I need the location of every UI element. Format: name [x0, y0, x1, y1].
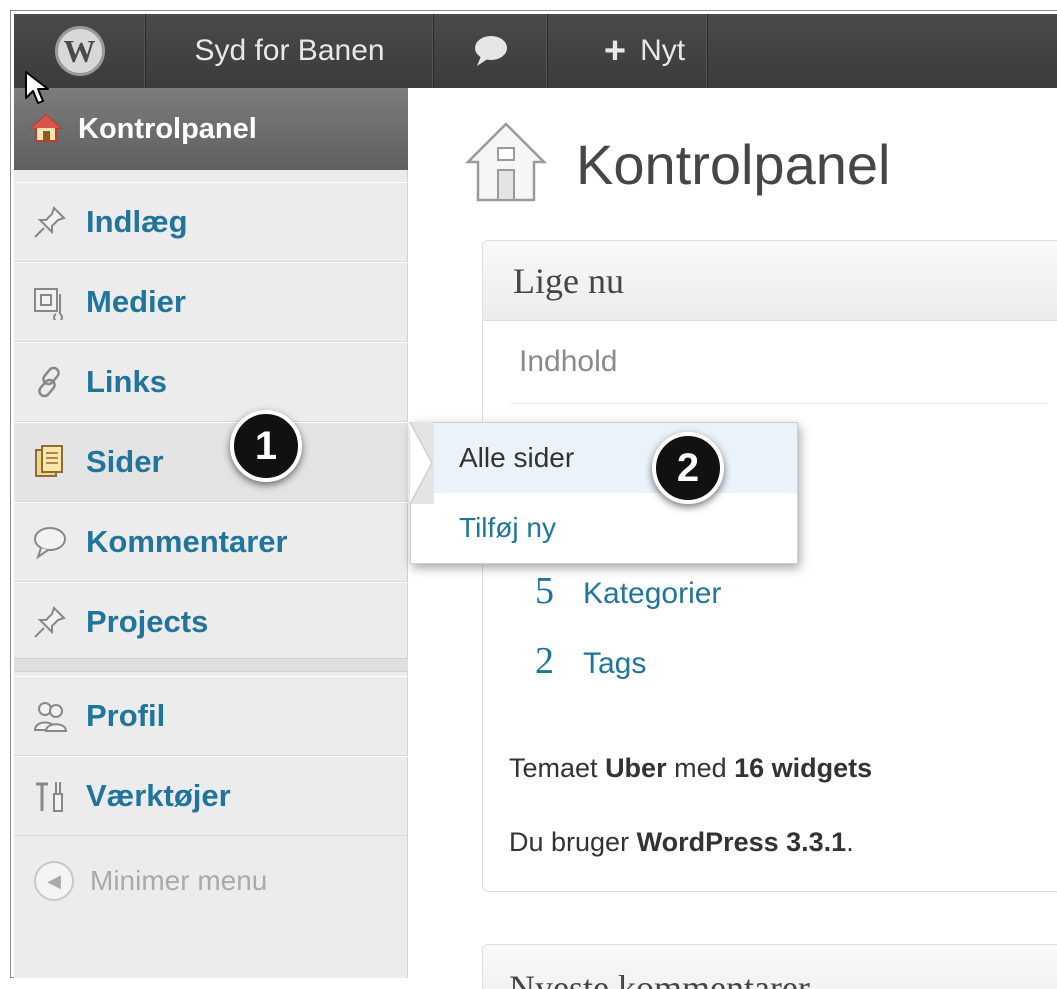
- tools-icon: [30, 776, 70, 816]
- menu-item-label: Links: [86, 364, 167, 399]
- admin-sidebar-menu: Kontrolpanel Indlæg Medier Links Sider K…: [14, 88, 432, 978]
- menu-item-media[interactable]: Medier: [14, 262, 408, 342]
- menu-item-projects[interactable]: Projects: [14, 582, 408, 662]
- theme-name: Uber: [605, 753, 667, 783]
- wordpress-logo-icon: W: [54, 26, 105, 76]
- pages-submenu: Alle sider Tilføj ny: [410, 422, 798, 564]
- page-title: Kontrolpanel: [576, 133, 891, 196]
- home-icon: [464, 122, 548, 202]
- new-content-label: Nyt: [640, 34, 686, 67]
- stat-count: 2: [535, 640, 554, 682]
- plus-icon: +: [603, 30, 627, 72]
- widgets-count: 16 widgets: [734, 753, 873, 783]
- collapse-menu-label: Minimer menu: [90, 865, 268, 896]
- users-icon: [30, 696, 70, 736]
- stat-row[interactable]: 5 Kategorier: [535, 569, 721, 613]
- theme-prefix: Temaet: [509, 753, 598, 783]
- menu-item-posts[interactable]: Indlæg: [14, 182, 408, 262]
- flyout-pointer: [408, 422, 434, 504]
- callout-badge-1: 1: [230, 410, 302, 482]
- menu-item-profile[interactable]: Profil: [14, 676, 408, 756]
- right-now-widget: Lige nu Indhold 5 Kategorier 2 Tags Tema…: [482, 240, 1057, 892]
- content-section-label: Indhold: [519, 345, 618, 378]
- theme-mid: med: [674, 753, 727, 783]
- collapse-menu-button[interactable]: ◀ Minimer menu: [14, 836, 408, 926]
- stat-row[interactable]: 2 Tags: [535, 639, 646, 683]
- menu-item-comments[interactable]: Kommentarer: [14, 502, 408, 582]
- comments-button[interactable]: [434, 14, 548, 88]
- menu-item-dashboard[interactable]: Kontrolpanel: [14, 88, 432, 170]
- version-name: WordPress 3.3.1: [636, 827, 847, 857]
- site-name-link[interactable]: Syd for Banen: [146, 14, 434, 88]
- media-icon: [30, 282, 70, 322]
- menu-item-label: Sider: [86, 444, 164, 479]
- stat-label: Kategorier: [583, 577, 722, 610]
- comment-bubble-icon: [30, 522, 70, 562]
- menu-item-label: Kommentarer: [86, 524, 288, 559]
- callout-badge-2: 2: [652, 432, 724, 504]
- menu-item-label: Indlæg: [86, 204, 188, 239]
- pages-icon: [30, 442, 70, 482]
- theme-info: Temaet Uber med 16 widgets: [509, 753, 872, 784]
- submenu-item-all-pages[interactable]: Alle sider: [411, 423, 797, 493]
- collapse-arrow-icon: ◀: [34, 861, 74, 901]
- menu-item-pages[interactable]: Sider: [14, 422, 408, 502]
- menu-item-label: Profil: [86, 698, 166, 733]
- home-icon: [29, 112, 64, 146]
- submenu-item-add-new[interactable]: Tilføj ny: [411, 495, 797, 561]
- mouse-cursor-icon: [25, 71, 49, 104]
- menu-item-links[interactable]: Links: [14, 342, 408, 422]
- stat-count: 5: [535, 570, 554, 612]
- version-info: Du bruger WordPress 3.3.1.: [509, 827, 854, 858]
- menu-item-tools[interactable]: Værktøjer: [14, 756, 408, 836]
- link-icon: [30, 362, 70, 402]
- new-content-button[interactable]: + Nyt: [548, 14, 708, 88]
- pushpin-icon: [30, 602, 70, 642]
- comment-bubble-icon: [474, 36, 507, 66]
- version-prefix: Du bruger: [509, 827, 630, 857]
- menu-item-label: Projects: [86, 604, 209, 639]
- recent-comments-widget: Nyeste kommentarer: [482, 944, 1057, 989]
- admin-bar: W Syd for Banen + Nyt: [14, 14, 1057, 88]
- version-suffix: .: [846, 827, 854, 857]
- menu-item-label: Værktøjer: [86, 778, 231, 813]
- menu-item-dashboard-label: Kontrolpanel: [78, 112, 257, 145]
- pushpin-icon: [30, 202, 70, 242]
- stat-label: Tags: [583, 647, 647, 680]
- divider: [511, 403, 1047, 404]
- menu-separator: [14, 658, 408, 672]
- widget-title[interactable]: Lige nu: [483, 241, 1057, 321]
- widget-title[interactable]: Nyeste kommentarer: [509, 967, 810, 989]
- menu-item-label: Medier: [86, 284, 186, 319]
